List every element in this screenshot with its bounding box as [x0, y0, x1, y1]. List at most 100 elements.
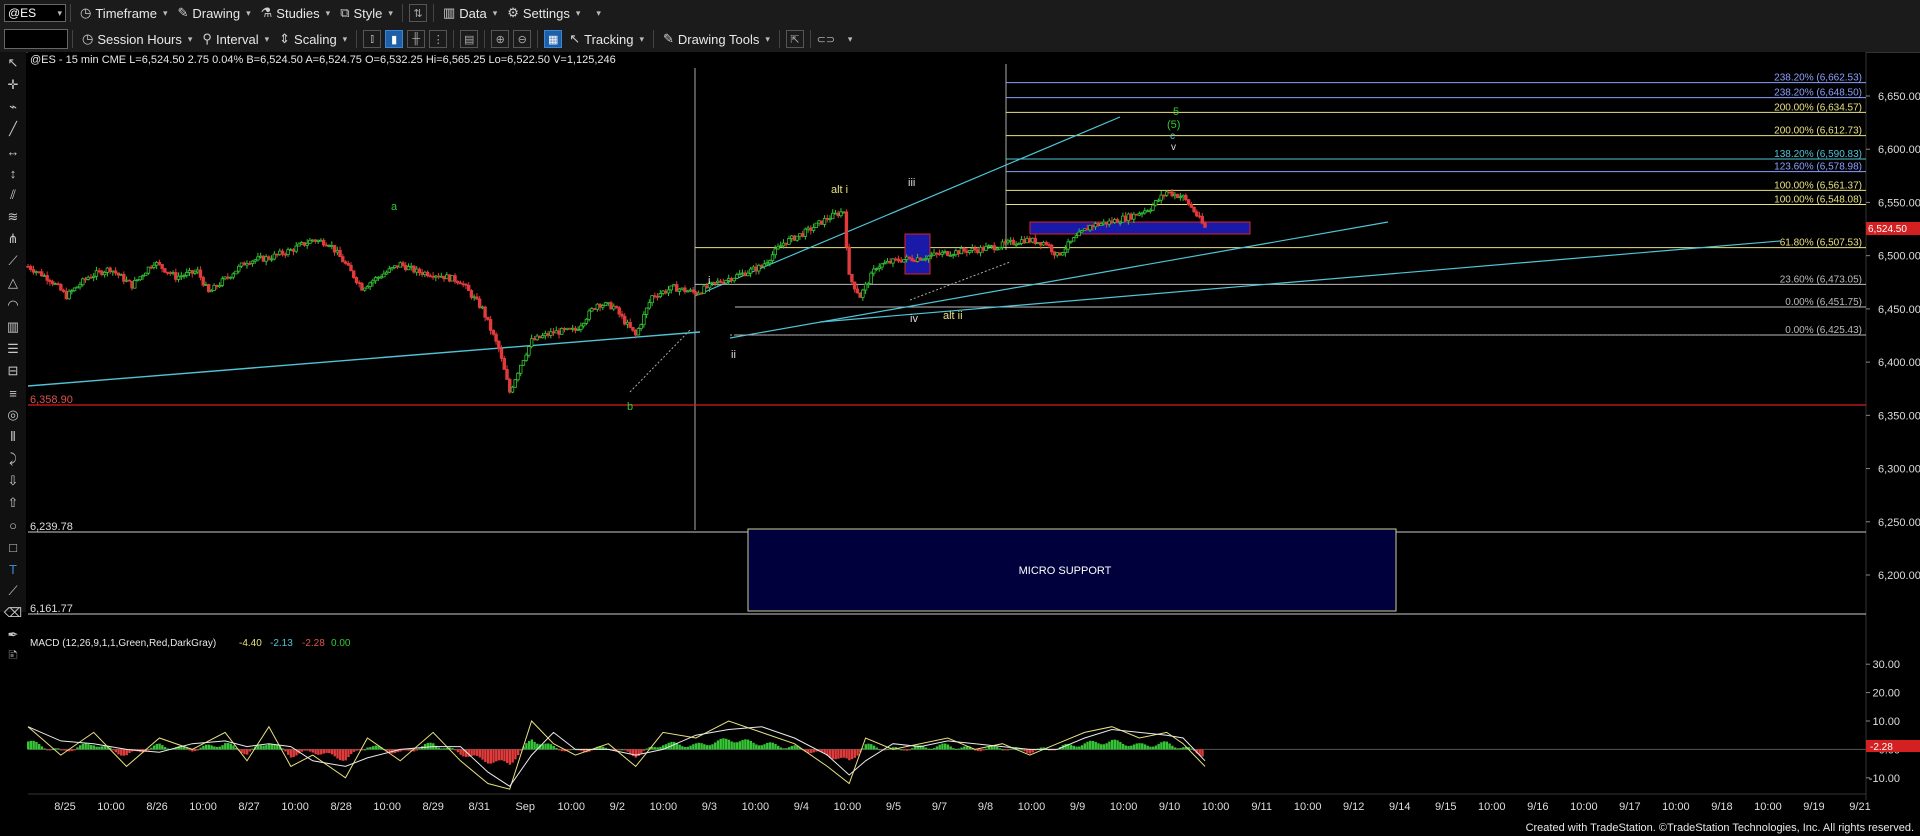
symbol-text: @ES: [8, 6, 37, 20]
candle-body: [943, 251, 947, 253]
macd-bar: [210, 745, 213, 750]
chart-window-icon[interactable]: ▤: [460, 30, 479, 48]
macd-bar: [757, 745, 761, 750]
interval-button[interactable]: ⚲ Interval ▾: [197, 28, 274, 50]
studies-button[interactable]: ⚗ Studies ▾: [256, 2, 336, 24]
candlestick-icon[interactable]: ▮: [385, 30, 404, 48]
macd-bar: [875, 747, 878, 750]
macd-bar: [226, 742, 230, 750]
grid-icon[interactable]: ▦: [544, 30, 563, 48]
data-button[interactable]: ▥ Data ▾: [438, 2, 502, 24]
macd-bar: [911, 748, 914, 750]
candle-body: [633, 330, 638, 336]
candle-body: [149, 266, 153, 269]
macd-bar: [905, 749, 909, 751]
candle-body: [655, 295, 660, 298]
macd-bar: [470, 749, 473, 756]
candle-body: [335, 249, 340, 253]
price-chart[interactable]: @ES - 15 min CME L=6,524.50 2.75 0.04% B…: [0, 52, 1920, 822]
candle-body: [1030, 237, 1035, 243]
candle-body: [581, 322, 586, 327]
macd-value-4: 0.00: [331, 638, 351, 649]
candle-body: [127, 279, 131, 282]
candle-body: [308, 239, 312, 244]
line-type-icon[interactable]: ⋮: [429, 30, 448, 48]
zoom-out-icon[interactable]: ⊖: [513, 30, 532, 48]
scaling-button[interactable]: ⇕ Scaling ▾: [274, 28, 352, 50]
macd-bar: [626, 749, 629, 752]
candle-body: [1060, 252, 1065, 256]
zoom-in-icon[interactable]: ⊕: [491, 30, 510, 48]
style-button[interactable]: ⧉ Style ▾: [335, 2, 398, 24]
macd-bar: [1162, 741, 1166, 750]
bar-type-icon[interactable]: ⫾: [363, 30, 382, 48]
candle-body: [565, 327, 569, 330]
time-tick-label: 10:00: [1662, 801, 1690, 813]
candle-body: [376, 276, 381, 279]
candle-body: [469, 290, 474, 298]
macd-bar: [1020, 749, 1024, 751]
more-dropdown-2[interactable]: ▾: [837, 28, 858, 50]
candle-body: [642, 314, 646, 326]
candle-body: [811, 227, 816, 231]
drawing-tools-button[interactable]: ✎ Drawing Tools ▾: [658, 28, 775, 50]
window-link-icon[interactable]: ⇅: [408, 4, 427, 22]
candle-body: [1028, 237, 1032, 243]
macd-bar: [369, 747, 372, 750]
candle-body: [899, 260, 903, 263]
macd-bar: [1138, 743, 1141, 750]
data-label: Data: [459, 5, 487, 21]
drawing-button[interactable]: ✎ Drawing ▾: [173, 2, 256, 24]
time-tick-label: 10:00: [1202, 801, 1230, 813]
macd-bar: [103, 745, 107, 750]
macd-bar: [719, 738, 722, 750]
settings-button[interactable]: ⚙ Settings ▾: [502, 2, 585, 24]
time-tick-label: 9/15: [1435, 801, 1456, 813]
candle-body: [1107, 220, 1111, 225]
macd-bar: [976, 749, 980, 752]
fib-label: 0.00% (6,425.43): [1785, 325, 1862, 336]
macd-bar: [125, 749, 128, 756]
macd-bar: [552, 745, 555, 750]
candle-body: [1052, 251, 1057, 256]
macd-bar: [571, 748, 575, 750]
symbol-input[interactable]: @ES ▾: [4, 4, 66, 22]
candle-body: [1173, 193, 1177, 197]
studies-label: Studies: [276, 5, 320, 21]
candle-body: [855, 288, 860, 294]
macd-bar: [530, 739, 534, 750]
timeframe-button[interactable]: ◷ Timeframe ▾: [75, 2, 173, 24]
candle-body: [256, 256, 260, 261]
macd-bar: [1105, 743, 1108, 750]
macd-bar: [1006, 749, 1010, 751]
candle-body: [327, 245, 331, 247]
candle-body: [724, 280, 728, 284]
macd-bar: [251, 748, 254, 750]
candle-body: [124, 279, 129, 282]
macd-bar: [29, 740, 33, 750]
candle-body: [346, 262, 350, 266]
tracking-button[interactable]: ↖ Tracking ▾: [564, 28, 649, 50]
session-hours-button[interactable]: ◷ Session Hours ▾: [77, 28, 197, 50]
macd-tick-label: 20.00: [1872, 688, 1900, 700]
interval-select[interactable]: [4, 29, 68, 49]
ohlc-icon[interactable]: ╫: [407, 30, 426, 48]
candle-body: [135, 279, 140, 282]
macd-bar: [1157, 743, 1160, 750]
macd-bar: [265, 745, 268, 750]
macd-bar: [733, 742, 736, 750]
more-dropdown[interactable]: ▾: [585, 2, 606, 24]
macd-bar: [870, 744, 873, 750]
link-icon[interactable]: ⊂⊃: [817, 30, 835, 48]
candle-body: [568, 327, 572, 330]
timeframe-label: Timeframe: [95, 5, 157, 21]
macd-bar: [900, 749, 903, 751]
candle-body: [998, 246, 1002, 250]
macd-bar: [284, 749, 287, 752]
macd-bar: [289, 749, 293, 758]
candle-body: [524, 354, 528, 361]
time-axis: 8/25 10:00 8/26 10:00 8/27 10:00 8/28 10:00 8/29…: [54, 801, 1870, 813]
candle-body: [817, 220, 821, 224]
export-icon[interactable]: ⇱: [785, 30, 804, 48]
fib-label: 238.20% (6,648.50): [1774, 88, 1862, 99]
